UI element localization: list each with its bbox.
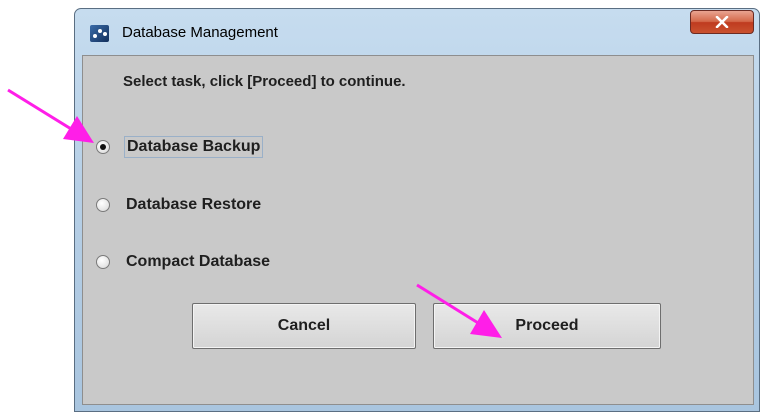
annotation-arrows [7,88,502,338]
annotation-arrow [7,88,94,143]
annotation-arrow [416,283,502,338]
